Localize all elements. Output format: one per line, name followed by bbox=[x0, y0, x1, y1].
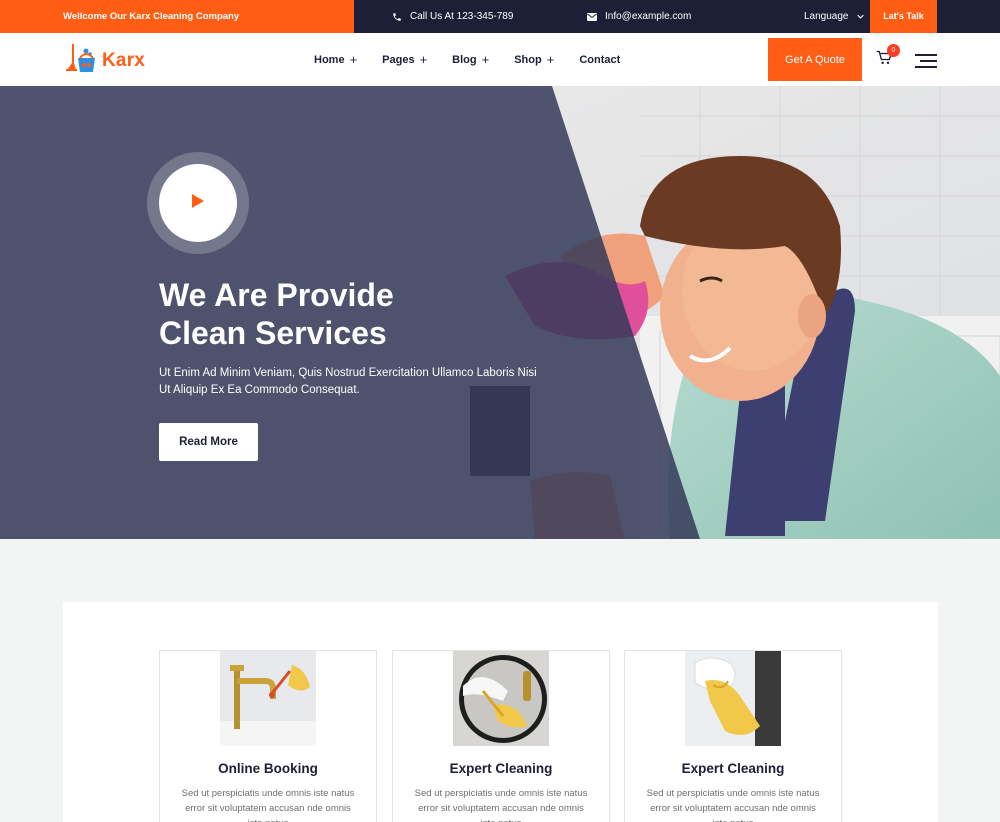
top-bar: Wellcome Our Karx Cleaning Company Call … bbox=[0, 0, 1000, 33]
nav-label: Blog bbox=[452, 53, 477, 66]
nav-label: Pages bbox=[382, 53, 415, 66]
read-more-button[interactable]: Read More bbox=[159, 423, 258, 461]
nav-label: Shop bbox=[514, 53, 542, 66]
nav-item-blog[interactable]: Blog + bbox=[452, 53, 489, 66]
cleaning-bucket-logo-icon bbox=[63, 42, 96, 80]
service-title: Expert Cleaning bbox=[681, 761, 785, 776]
email-link[interactable]: Info@example.com bbox=[587, 0, 691, 33]
plus-icon: + bbox=[546, 52, 555, 67]
nav-item-shop[interactable]: Shop + bbox=[514, 53, 554, 66]
service-card-expert-cleaning[interactable]: Expert Cleaning Sed ut perspiciatis unde… bbox=[392, 650, 610, 822]
main-header: Karx Home + Pages + Blog + Shop + Contac… bbox=[0, 33, 1000, 86]
main-nav: Home + Pages + Blog + Shop + Contact bbox=[314, 33, 645, 86]
service-description: Sed ut perspiciatis unde omnis iste natu… bbox=[181, 788, 355, 822]
language-dropdown[interactable]: Language bbox=[804, 0, 864, 33]
top-bar-contact: Call Us At 123-345-789 Info@example.com … bbox=[354, 0, 1000, 33]
service-card-expert-cleaning-2[interactable]: Expert Cleaning Sed ut perspiciatis unde… bbox=[624, 650, 842, 822]
mirror-cleaning-image bbox=[453, 651, 549, 746]
phone-text: Call Us At 123-345-789 bbox=[410, 11, 514, 22]
language-label: Language bbox=[804, 11, 849, 22]
nav-label: Contact bbox=[579, 53, 621, 66]
glove-wiping-image bbox=[685, 651, 781, 746]
service-title: Expert Cleaning bbox=[449, 761, 553, 776]
welcome-text: Wellcome Our Karx Cleaning Company bbox=[0, 0, 354, 33]
nav-item-contact[interactable]: Contact bbox=[579, 54, 620, 66]
plus-icon: + bbox=[349, 52, 358, 67]
faucet-cleaning-image bbox=[220, 651, 316, 746]
hero-title: We Are Provide Clean Services bbox=[159, 276, 519, 352]
email-text: Info@example.com bbox=[605, 11, 692, 22]
video-play-button[interactable] bbox=[147, 152, 249, 254]
get-a-quote-button[interactable]: Get A Quote bbox=[768, 38, 862, 81]
hero-section: We Are Provide Clean Services Ut Enim Ad… bbox=[0, 86, 1000, 539]
cart-count-badge: 0 bbox=[887, 44, 900, 57]
phone-link[interactable]: Call Us At 123-345-789 bbox=[392, 0, 513, 33]
logo[interactable]: Karx bbox=[63, 42, 145, 80]
chevron-down-icon bbox=[856, 14, 864, 19]
hamburger-menu-icon[interactable] bbox=[915, 54, 937, 72]
mail-icon bbox=[587, 12, 597, 21]
play-icon bbox=[191, 193, 205, 214]
logo-text: Karx bbox=[102, 50, 146, 71]
services-section: Online Booking Sed ut perspiciatis unde … bbox=[63, 602, 938, 822]
nav-item-home[interactable]: Home + bbox=[314, 53, 357, 66]
plus-icon: + bbox=[419, 52, 428, 67]
hero-title-line-1: We Are Provide bbox=[159, 277, 394, 313]
lets-talk-button[interactable]: Lat's Talk bbox=[870, 0, 937, 33]
play-button-inner bbox=[159, 164, 237, 242]
service-description: Sed ut perspiciatis unde omnis iste natu… bbox=[646, 788, 820, 822]
nav-item-pages[interactable]: Pages + bbox=[382, 53, 427, 66]
plus-icon: + bbox=[481, 52, 490, 67]
phone-icon bbox=[392, 12, 402, 22]
service-title: Online Booking bbox=[218, 761, 318, 776]
service-description: Sed ut perspiciatis unde omnis iste natu… bbox=[414, 788, 588, 822]
hero-title-line-2: Clean Services bbox=[159, 315, 387, 351]
nav-label: Home bbox=[314, 53, 345, 66]
hero-description: Ut Enim Ad Minim Veniam, Quis Nostrud Ex… bbox=[159, 367, 537, 396]
service-card-online-booking[interactable]: Online Booking Sed ut perspiciatis unde … bbox=[159, 650, 377, 822]
